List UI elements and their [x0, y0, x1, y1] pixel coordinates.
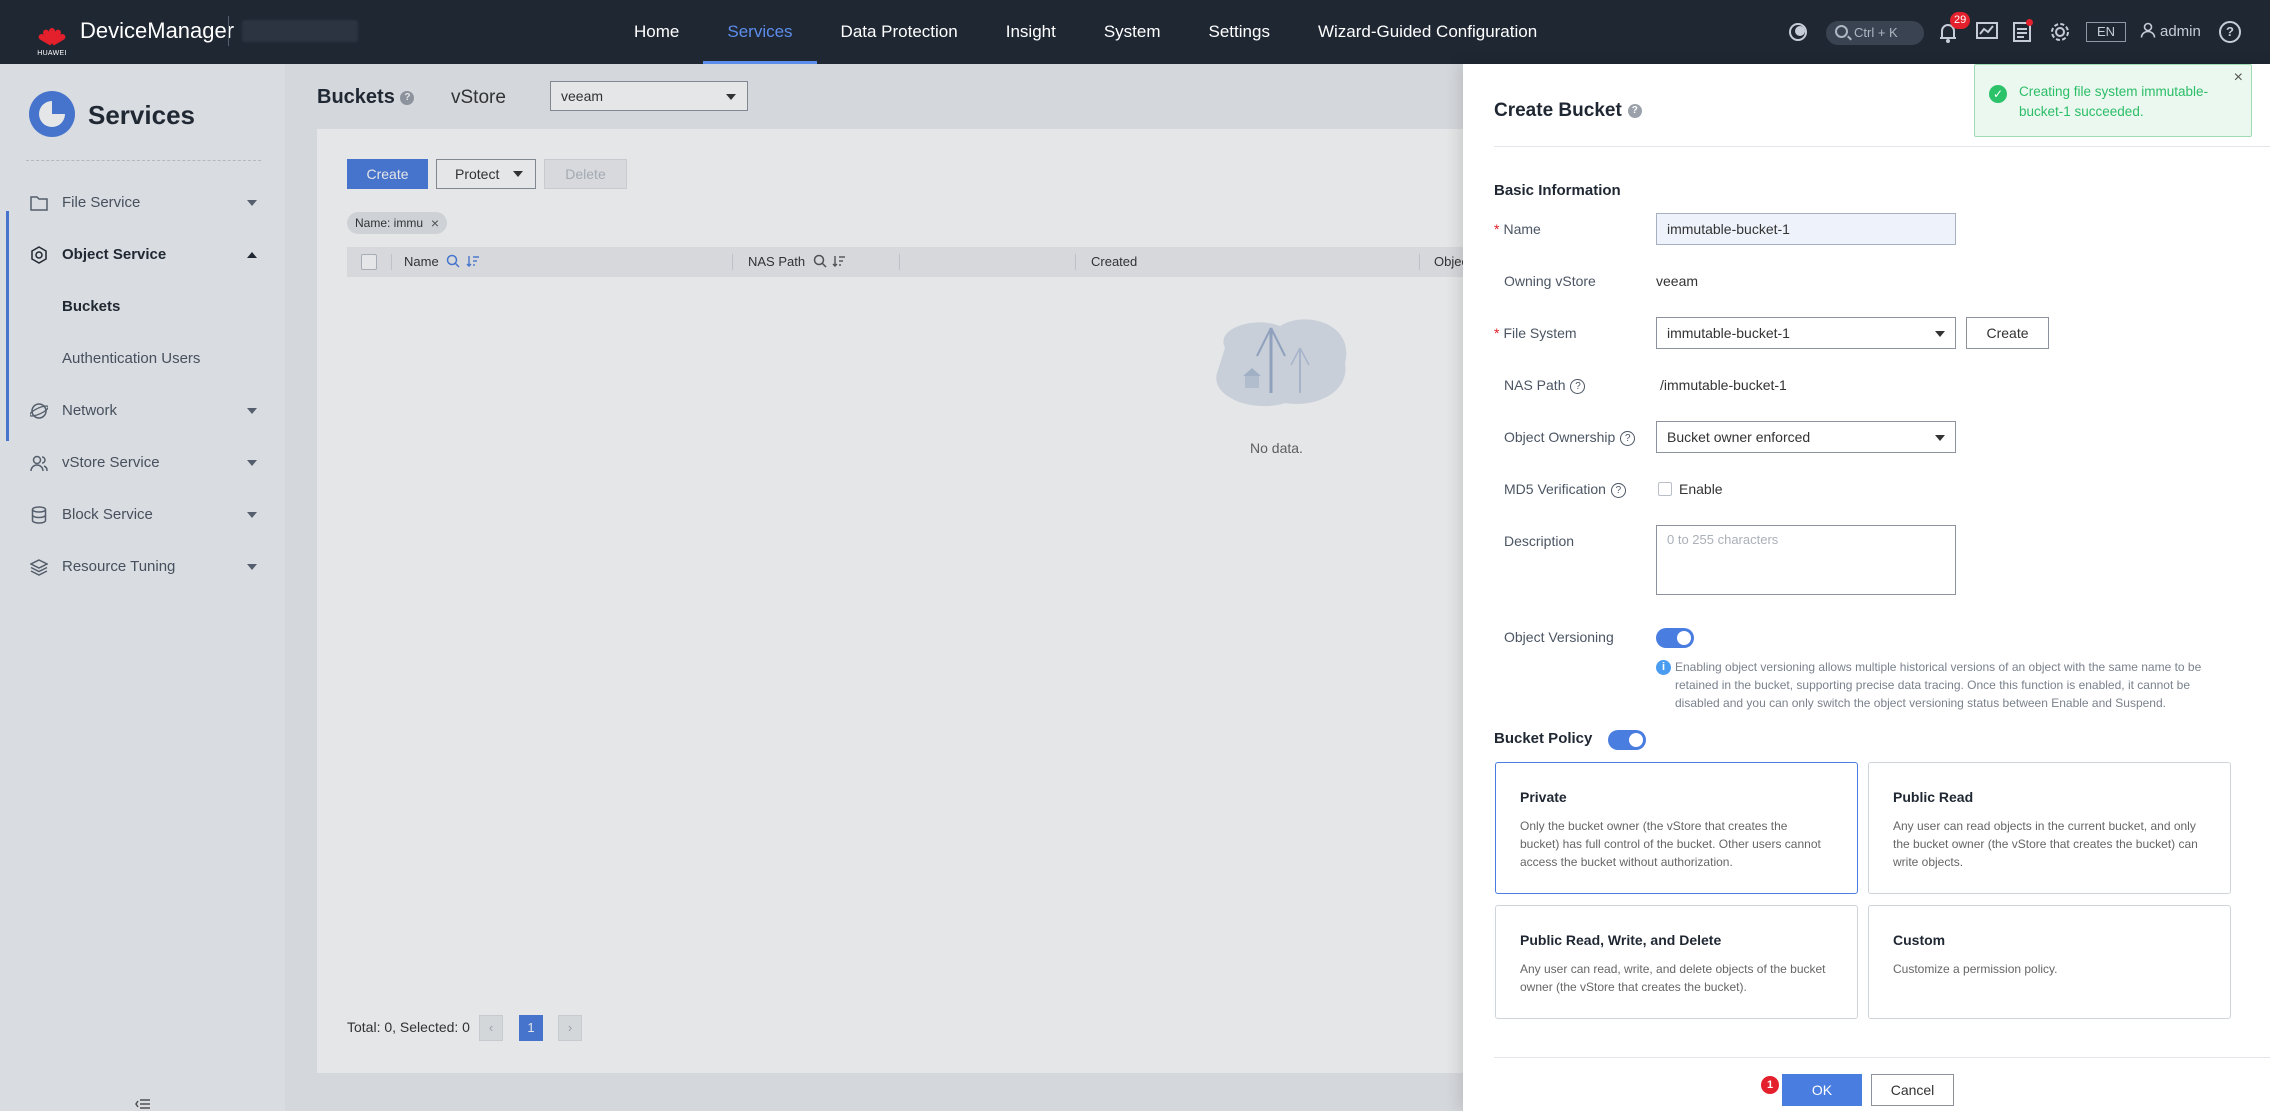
name-label-text: Name	[1503, 221, 1541, 237]
global-search[interactable]: Ctrl + K	[1826, 21, 1924, 45]
brand-text: HUAWEI	[37, 50, 67, 57]
create-bucket-drawer: Create Bucket? Basic Information * Name i…	[1463, 64, 2270, 1111]
drawer-title-text: Create Bucket	[1494, 100, 1622, 121]
nas-path-value: /immutable-bucket-1	[1660, 377, 1787, 393]
search-icon	[1835, 25, 1848, 38]
name-label: * Name	[1494, 221, 1541, 237]
md5-label-text: MD5 Verification	[1504, 481, 1606, 497]
gear-icon[interactable]	[2049, 21, 2071, 43]
versioning-info-text: Enabling object versioning allows multip…	[1675, 660, 2202, 710]
error-count-badge: 1	[1761, 1076, 1779, 1094]
policy-card-private[interactable]: Private Only the bucket owner (the vStor…	[1495, 762, 1858, 894]
nas-path-label: NAS Path?	[1504, 377, 1586, 394]
file-system-select[interactable]: immutable-bucket-1	[1656, 317, 1956, 349]
policy-title: Private	[1520, 789, 1567, 805]
modal-overlay[interactable]	[0, 64, 1463, 1111]
policy-title: Custom	[1893, 932, 1946, 948]
file-system-label: * File System	[1494, 325, 1577, 341]
policy-title: Public Read	[1893, 789, 1974, 805]
policy-card-public-read[interactable]: Public Read Any user can read objects in…	[1868, 762, 2231, 894]
policy-description: Only the bucket owner (the vStore that c…	[1520, 819, 1821, 869]
nav-wizard[interactable]: Wizard-Guided Configuration	[1294, 0, 1561, 64]
search-shortcut: Ctrl + K	[1854, 25, 1898, 40]
owning-vstore-label: Owning vStore	[1504, 273, 1596, 289]
app-name: DeviceManager	[80, 18, 235, 43]
md5-enable-label[interactable]: Enable	[1679, 481, 1723, 497]
help-icon[interactable]: ?	[1627, 103, 1642, 118]
nav-settings[interactable]: Settings	[1185, 0, 1294, 64]
help-icon[interactable]: ?	[2219, 21, 2241, 43]
success-toast: ✓ Creating file system immutable-bucket-…	[1974, 64, 2252, 137]
name-input[interactable]: immutable-bucket-1	[1656, 213, 1956, 245]
top-bar: HUAWEI DeviceManager Home Services Data …	[0, 0, 2270, 64]
policy-card-public-read-write-delete[interactable]: Public Read, Write, and Delete Any user …	[1495, 905, 1858, 1019]
create-file-system-button[interactable]: Create	[1966, 317, 2049, 349]
check-circle-icon: ✓	[1989, 85, 2007, 103]
bucket-policy-toggle[interactable]	[1608, 730, 1646, 750]
device-name-blurred	[242, 20, 358, 42]
help-icon[interactable]: ?	[1610, 482, 1626, 498]
object-ownership-select-value: Bucket owner enforced	[1667, 429, 1811, 445]
file-system-select-value: immutable-bucket-1	[1667, 325, 1790, 341]
object-ownership-label: Object Ownership?	[1504, 429, 1636, 446]
info-icon: i	[1656, 660, 1671, 675]
help-icon[interactable]: ?	[1570, 378, 1586, 394]
policy-description: Any user can read, write, and delete obj…	[1520, 962, 1826, 994]
bucket-policy-label: Bucket Policy	[1494, 730, 1593, 747]
md5-enable-checkbox[interactable]	[1658, 482, 1672, 496]
nav-services[interactable]: Services	[703, 0, 817, 64]
caret-down-icon	[1935, 331, 1945, 337]
nav-data-protection[interactable]: Data Protection	[817, 0, 982, 64]
object-ownership-select[interactable]: Bucket owner enforced	[1656, 421, 1956, 453]
user-menu[interactable]: admin	[2140, 22, 2201, 40]
task-dot	[2026, 19, 2033, 26]
caret-down-icon	[1935, 435, 1945, 441]
section-basic-information: Basic Information	[1494, 182, 1621, 199]
policy-description: Customize a permission policy.	[1893, 962, 2058, 976]
cancel-button[interactable]: Cancel	[1871, 1074, 1954, 1106]
divider	[1494, 146, 2270, 147]
user-name: admin	[2160, 23, 2201, 40]
drawer-title: Create Bucket?	[1494, 100, 1642, 122]
file-system-label-text: File System	[1503, 325, 1577, 341]
nav-insight[interactable]: Insight	[982, 0, 1080, 64]
ok-button[interactable]: OK	[1782, 1074, 1862, 1106]
main-nav: Home Services Data Protection Insight Sy…	[610, 0, 1561, 64]
huawei-logo: HUAWEI	[32, 14, 72, 57]
object-ownership-label-text: Object Ownership	[1504, 429, 1616, 445]
alarm-count-badge: 29	[1950, 12, 1971, 29]
md5-verification-label: MD5 Verification?	[1504, 481, 1626, 498]
owning-vstore-value: veeam	[1656, 273, 1699, 289]
monitor-chart-icon[interactable]	[1976, 22, 1998, 42]
object-versioning-label: Object Versioning	[1504, 629, 1614, 645]
moon-theme-icon[interactable]	[1788, 22, 1808, 42]
policy-card-custom[interactable]: Custom Customize a permission policy.	[1868, 905, 2231, 1019]
divider	[228, 16, 229, 46]
nav-home[interactable]: Home	[610, 0, 703, 64]
close-icon[interactable]: ×	[2234, 69, 2243, 87]
policy-title: Public Read, Write, and Delete	[1520, 932, 1722, 948]
divider	[1494, 1057, 2270, 1058]
language-switch[interactable]: EN	[2086, 22, 2126, 42]
help-icon[interactable]: ?	[1620, 430, 1636, 446]
nas-path-label-text: NAS Path	[1504, 377, 1566, 393]
toast-message: Creating file system immutable-bucket-1 …	[2019, 84, 2209, 119]
description-label: Description	[1504, 533, 1575, 549]
user-icon	[2140, 22, 2156, 38]
policy-description: Any user can read objects in the current…	[1893, 819, 2198, 869]
nav-system[interactable]: System	[1080, 0, 1185, 64]
object-versioning-toggle[interactable]	[1656, 628, 1694, 648]
description-textarea[interactable]: 0 to 255 characters	[1656, 525, 1956, 595]
